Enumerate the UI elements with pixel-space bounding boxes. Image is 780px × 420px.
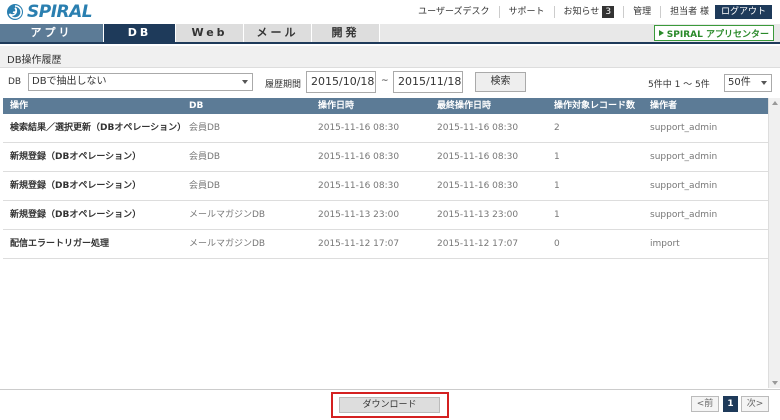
tab-web[interactable]: Web <box>176 24 244 42</box>
users-desk-link[interactable]: ユーザーズデスク <box>409 6 498 18</box>
cell-record-count: 0 <box>554 239 560 249</box>
db-select-value: DBで抽出しない <box>32 76 107 87</box>
tab-apps[interactable]: アプリ <box>0 24 104 42</box>
date-range-separator: ~ <box>381 76 389 86</box>
tab-mail[interactable]: メール <box>244 24 312 42</box>
spiral-logo[interactable]: SPIRAL <box>6 2 93 22</box>
top-bar: SPIRAL ユーザーズデスク サポート お知らせ 3 管理 担当者 様 ログアウ… <box>0 0 780 24</box>
cell-record-count: 1 <box>554 210 560 220</box>
cell-record-count: 1 <box>554 181 560 191</box>
download-button[interactable]: ダウンロード <box>339 397 440 413</box>
cell-last-operated-at: 2015-11-12 17:07 <box>437 239 519 249</box>
cell-operation: 新規登録（DBオペレーション） <box>10 181 142 191</box>
table-row[interactable]: 新規登録（DBオペレーション） 会員DB 2015-11-16 08:30 20… <box>3 143 768 172</box>
notice-label: お知らせ <box>563 7 600 17</box>
cell-db: 会員DB <box>189 152 221 162</box>
cell-db: メールマガジンDB <box>189 239 266 249</box>
col-last-operated-at: 最終操作日時 <box>437 101 492 111</box>
db-label: DB <box>8 77 22 87</box>
date-to-input[interactable]: 2015/11/18 <box>393 71 463 93</box>
app-center-button[interactable]: SPIRAL アプリセンター <box>653 25 774 41</box>
top-links: ユーザーズデスク サポート お知らせ 3 管理 担当者 様 ログアウト <box>409 4 772 20</box>
per-page-value: 50件 <box>728 77 751 88</box>
cell-operator: import <box>650 239 680 249</box>
col-operator: 操作者 <box>650 101 678 111</box>
cell-last-operated-at: 2015-11-16 08:30 <box>437 152 519 162</box>
table-header: 操作 DB 操作日時 最終操作日時 操作対象レコード数 操作者 <box>3 98 768 114</box>
cell-operated-at: 2015-11-13 23:00 <box>318 210 400 220</box>
logout-button[interactable]: ログアウト <box>714 5 772 19</box>
tab-db[interactable]: DB <box>104 24 176 42</box>
col-operation: 操作 <box>10 101 29 111</box>
page-title: DB操作履歴 <box>7 55 62 66</box>
page-number-current[interactable]: 1 <box>723 396 738 412</box>
cell-operator: support_admin <box>650 210 718 220</box>
scroll-down-icon[interactable] <box>772 381 778 385</box>
cell-db: 会員DB <box>189 123 221 133</box>
admin-link[interactable]: 管理 <box>623 6 660 18</box>
date-from-input[interactable]: 2015/10/18 <box>306 71 376 93</box>
cell-operator: support_admin <box>650 123 718 133</box>
tab-dev[interactable]: 開発 <box>312 24 380 42</box>
cell-record-count: 1 <box>554 152 560 162</box>
chevron-down-icon <box>242 80 248 84</box>
cell-operated-at: 2015-11-12 17:07 <box>318 239 400 249</box>
per-page-select[interactable]: 50件 <box>724 74 772 92</box>
table-row[interactable]: 検索結果／選択更新（DBオペレーション） 会員DB 2015-11-16 08:… <box>3 114 768 143</box>
cell-operation: 配信エラートリガー処理 <box>10 239 110 249</box>
cell-operation: 検索結果／選択更新（DBオペレーション） <box>10 123 187 133</box>
cell-last-operated-at: 2015-11-13 23:00 <box>437 210 519 220</box>
chevron-down-icon <box>761 81 767 85</box>
table-row[interactable]: 配信エラートリガー処理 メールマガジンDB 2015-11-12 17:07 2… <box>3 230 768 259</box>
cell-last-operated-at: 2015-11-16 08:30 <box>437 181 519 191</box>
app-center-label: SPIRAL アプリセンター <box>666 29 769 40</box>
period-label: 履歴期間 <box>265 80 302 90</box>
cell-db: メールマガジンDB <box>189 210 266 220</box>
next-page-button[interactable]: 次> <box>741 396 769 412</box>
col-record-count: 操作対象レコード数 <box>554 101 636 111</box>
page-header: DB操作履歴 <box>0 46 780 68</box>
footer-bar: ダウンロード <前 1 次> <box>0 389 780 420</box>
user-name: 担当者 様 <box>660 6 715 18</box>
history-table: 操作 DB 操作日時 最終操作日時 操作対象レコード数 操作者 検索結果／選択更… <box>0 98 768 386</box>
scroll-up-icon[interactable] <box>772 101 778 105</box>
db-select[interactable]: DBで抽出しない <box>28 73 253 91</box>
cell-operation: 新規登録（DBオペレーション） <box>10 210 142 220</box>
vertical-scrollbar[interactable] <box>768 98 780 388</box>
notice-count-badge: 3 <box>602 6 615 18</box>
cell-record-count: 2 <box>554 123 560 133</box>
prev-page-button[interactable]: <前 <box>691 396 719 412</box>
main-nav: アプリ DB Web メール 開発 SPIRAL アプリセンター <box>0 24 780 44</box>
table-row[interactable]: 新規登録（DBオペレーション） メールマガジンDB 2015-11-13 23:… <box>3 201 768 230</box>
download-highlight: ダウンロード <box>331 392 449 418</box>
play-triangle-icon <box>658 30 664 36</box>
spiral-logo-icon <box>6 3 24 21</box>
brand-name: SPIRAL <box>27 2 93 22</box>
search-button[interactable]: 検索 <box>475 72 526 92</box>
cell-last-operated-at: 2015-11-16 08:30 <box>437 123 519 133</box>
cell-db: 会員DB <box>189 181 221 191</box>
cell-operated-at: 2015-11-16 08:30 <box>318 181 400 191</box>
notice-link[interactable]: お知らせ 3 <box>553 6 624 18</box>
col-db: DB <box>189 101 204 111</box>
cell-operator: support_admin <box>650 181 718 191</box>
cell-operation: 新規登録（DBオペレーション） <box>10 152 142 162</box>
filter-bar: DB DBで抽出しない 履歴期間 2015/10/18 ~ 2015/11/18… <box>0 69 780 97</box>
cell-operator: support_admin <box>650 152 718 162</box>
support-link[interactable]: サポート <box>498 6 554 18</box>
col-operated-at: 操作日時 <box>318 101 355 111</box>
result-count: 5件中 1 ～ 5件 <box>648 80 710 90</box>
table-row[interactable]: 新規登録（DBオペレーション） 会員DB 2015-11-16 08:30 20… <box>3 172 768 201</box>
cell-operated-at: 2015-11-16 08:30 <box>318 152 400 162</box>
cell-operated-at: 2015-11-16 08:30 <box>318 123 400 133</box>
